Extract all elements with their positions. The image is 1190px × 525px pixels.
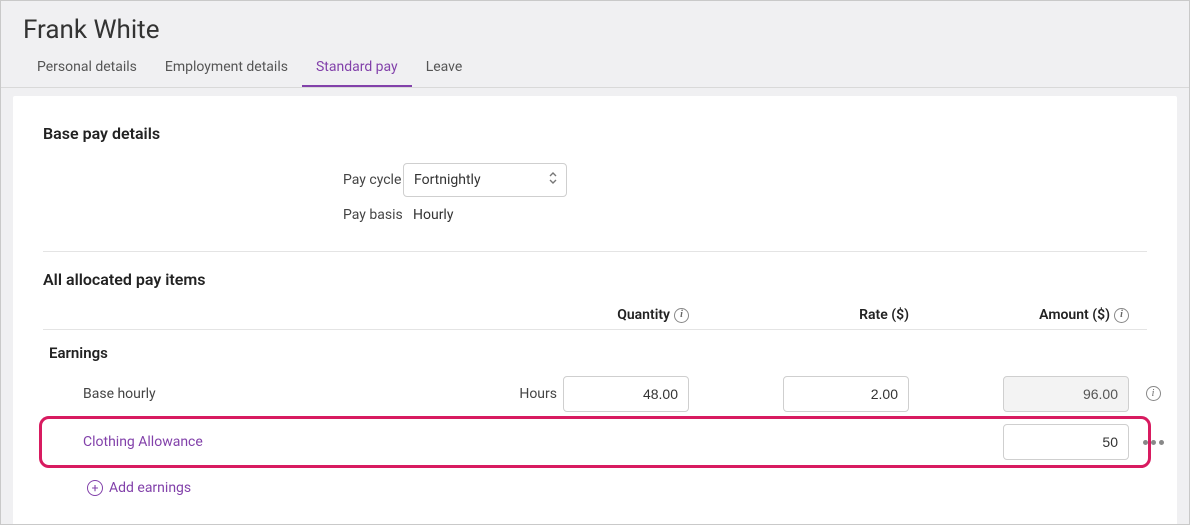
content-panel: Base pay details Pay cycle Fortnightly P… bbox=[13, 96, 1177, 525]
header-rate: Rate ($) bbox=[783, 307, 913, 323]
unit-label: Hours bbox=[423, 386, 563, 402]
pay-basis-label: Pay basis bbox=[43, 207, 403, 223]
table-row-highlighted: Clothing Allowance bbox=[43, 418, 1147, 466]
quantity-input[interactable] bbox=[563, 376, 689, 412]
divider bbox=[43, 251, 1147, 252]
page-title: Frank White bbox=[1, 1, 1189, 49]
plus-circle-icon: + bbox=[87, 480, 103, 496]
add-earnings-button[interactable]: + Add earnings bbox=[87, 480, 1147, 496]
tab-personal-details[interactable]: Personal details bbox=[23, 49, 151, 87]
app-window: Frank White Personal details Employment … bbox=[0, 0, 1190, 525]
info-icon: i bbox=[1146, 386, 1161, 401]
table-row: Base hourly Hours i bbox=[43, 370, 1147, 418]
table-header-row: Quantity i Rate ($) Amount ($) i bbox=[43, 307, 1147, 330]
more-icon bbox=[1143, 440, 1164, 445]
tab-leave[interactable]: Leave bbox=[412, 49, 477, 87]
section-title-allocated: All allocated pay items bbox=[43, 270, 1147, 289]
rate-input[interactable] bbox=[783, 376, 909, 412]
tabs-bar: Personal details Employment details Stan… bbox=[1, 49, 1189, 88]
table-row: Clothing Allowance bbox=[43, 418, 1147, 466]
pay-cycle-label: Pay cycle bbox=[43, 172, 403, 188]
amount-input bbox=[1003, 376, 1129, 412]
amount-input[interactable] bbox=[1003, 424, 1129, 460]
row-more-button[interactable] bbox=[1133, 440, 1173, 445]
header-amount: Amount ($) i bbox=[1003, 307, 1133, 323]
info-icon[interactable]: i bbox=[674, 308, 689, 323]
pay-cycle-row: Pay cycle Fortnightly bbox=[43, 163, 1147, 197]
row-info-button[interactable]: i bbox=[1133, 386, 1173, 401]
select-caret-icon bbox=[548, 171, 558, 189]
info-icon[interactable]: i bbox=[1114, 308, 1129, 323]
pay-cycle-select[interactable]: Fortnightly bbox=[403, 163, 567, 197]
header-quantity: Quantity i bbox=[563, 307, 693, 323]
section-title-base-pay: Base pay details bbox=[43, 124, 1147, 143]
earnings-title: Earnings bbox=[49, 344, 1147, 362]
pay-basis-row: Pay basis Hourly bbox=[43, 207, 1147, 223]
earnings-item-link[interactable]: Clothing Allowance bbox=[43, 434, 423, 450]
tab-standard-pay[interactable]: Standard pay bbox=[302, 49, 412, 87]
tab-employment-details[interactable]: Employment details bbox=[151, 49, 302, 87]
earnings-item-name: Base hourly bbox=[43, 386, 423, 402]
add-earnings-label: Add earnings bbox=[109, 480, 191, 496]
pay-cycle-value: Fortnightly bbox=[414, 172, 481, 188]
pay-basis-value: Hourly bbox=[403, 207, 453, 223]
